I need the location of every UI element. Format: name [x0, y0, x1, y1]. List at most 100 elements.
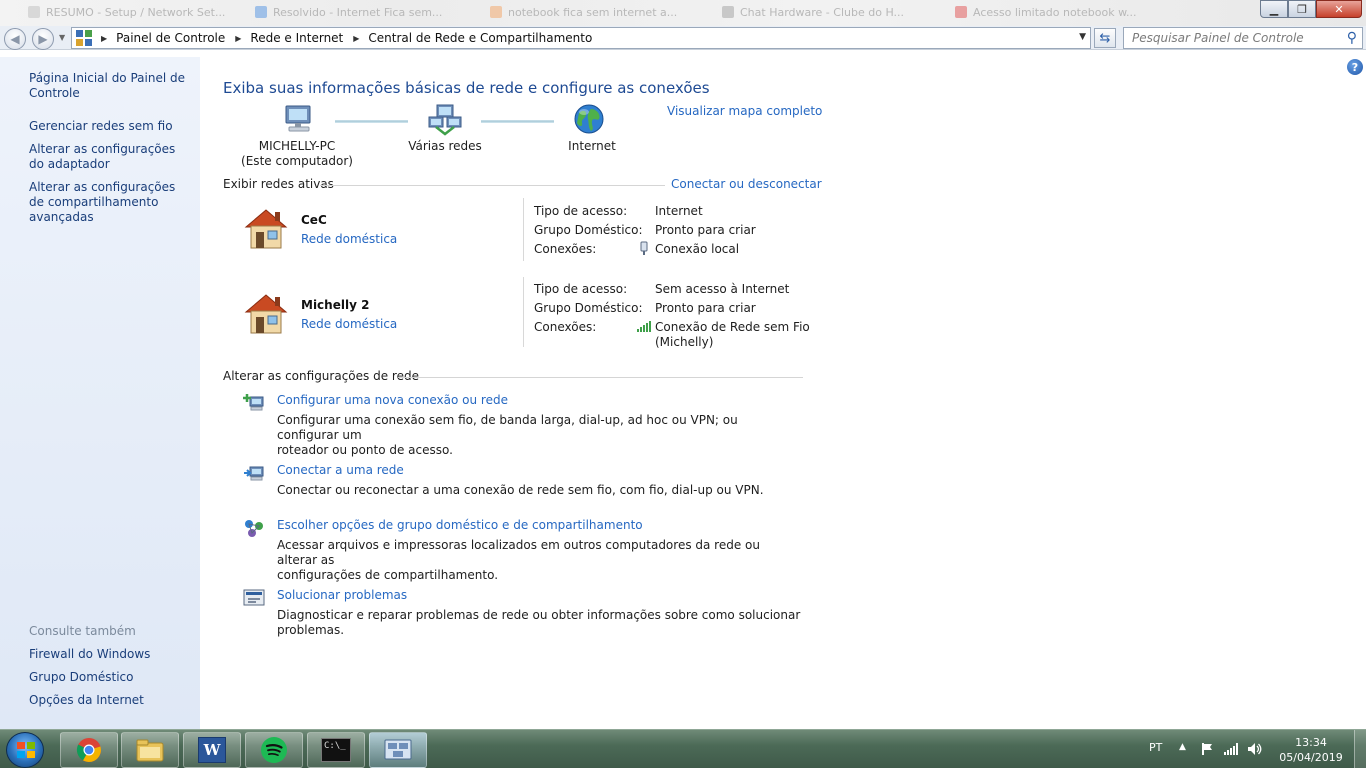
- sidebar-link-manage-wireless[interactable]: Gerenciar redes sem fio: [29, 119, 194, 134]
- network-type-link[interactable]: Rede doméstica: [301, 317, 397, 331]
- search-box[interactable]: ⚲: [1123, 27, 1363, 49]
- show-hidden-icons-icon[interactable]: ▲: [1179, 742, 1186, 752]
- search-input[interactable]: [1132, 31, 1332, 45]
- task-homegroup-sharing-link[interactable]: Escolher opções de grupo doméstico e de …: [277, 518, 643, 532]
- task-troubleshoot-link[interactable]: Solucionar problemas: [277, 588, 407, 602]
- homegroup-sharing-icon: [245, 520, 263, 537]
- connections-label: Conexões:: [534, 320, 597, 334]
- task-description: Conectar ou reconectar a uma conexão de …: [277, 483, 764, 497]
- connection-line: [335, 120, 408, 123]
- new-connection-icon: [243, 394, 264, 411]
- breadcrumb-network-internet[interactable]: Rede e Internet: [250, 31, 343, 45]
- taskbar-spotify[interactable]: [245, 732, 303, 768]
- troubleshoot-icon: [243, 589, 265, 606]
- main-content: ? Exiba suas informações básicas de rede…: [200, 57, 1366, 729]
- divider: [523, 198, 524, 261]
- chevron-right-icon[interactable]: ▶: [235, 34, 241, 43]
- page-title: Exiba suas informações básicas de rede e…: [223, 79, 710, 97]
- computer-icon: [285, 105, 311, 132]
- clock-time: 13:34: [1295, 736, 1327, 749]
- task-new-connection-link[interactable]: Configurar uma nova conexão ou rede: [277, 393, 508, 407]
- sidebar-link-adapter-settings[interactable]: Alterar as configurações do adaptador: [29, 142, 194, 172]
- refresh-button[interactable]: ⇆: [1094, 28, 1116, 48]
- taskbar-chrome[interactable]: [60, 732, 118, 768]
- homegroup-link[interactable]: Pronto para criar: [655, 301, 756, 316]
- wifi-tray-icon[interactable]: [1223, 742, 1239, 756]
- divider: [398, 377, 803, 378]
- cmd-icon: C:\_: [321, 738, 351, 762]
- chevron-right-icon[interactable]: ▶: [353, 34, 359, 43]
- map-node-multiple-networks[interactable]: Várias redes: [395, 139, 495, 154]
- connect-network-icon: [244, 466, 264, 481]
- homegroup-link[interactable]: Pronto para criar: [655, 223, 756, 238]
- home-network-icon: [244, 209, 288, 249]
- network-name: Michelly 2: [301, 298, 370, 312]
- recent-pages-dropdown[interactable]: ▼: [59, 33, 65, 42]
- minimize-button[interactable]: ▁: [1260, 0, 1288, 18]
- language-indicator[interactable]: PT: [1149, 741, 1162, 754]
- maximize-button[interactable]: ❐: [1288, 0, 1316, 18]
- word-icon: W: [198, 737, 226, 763]
- connections-label: Conexões:: [534, 242, 597, 256]
- taskbar-network-center[interactable]: [369, 732, 427, 768]
- windows-logo-icon: [17, 742, 35, 758]
- show-desktop-button[interactable]: [1354, 730, 1366, 768]
- window-controls: ▁ ❐ ✕: [1260, 0, 1362, 18]
- homegroup-label: Grupo Doméstico:: [534, 223, 643, 237]
- sidebar-link-advanced-sharing[interactable]: Alterar as configurações de compartilham…: [29, 180, 194, 225]
- sidebar-link-home[interactable]: Página Inicial do Painel de Controle: [29, 71, 194, 101]
- search-icon[interactable]: ⚲: [1347, 30, 1357, 46]
- forward-arrow-icon: ▶: [38, 32, 48, 46]
- explorer-icon: [136, 739, 164, 762]
- address-bar[interactable]: ▶ Painel de Controle ▶ Rede e Internet ▶…: [71, 27, 1091, 49]
- address-dropdown-icon[interactable]: ▼: [1079, 32, 1086, 42]
- active-networks-label: Exibir redes ativas: [223, 177, 334, 191]
- globe-icon: [574, 104, 604, 134]
- taskbar-explorer[interactable]: [121, 732, 179, 768]
- view-full-map-link[interactable]: Visualizar mapa completo: [667, 104, 822, 118]
- taskbar-cmd[interactable]: C:\_: [307, 732, 365, 768]
- clock[interactable]: 13:34 05/04/2019: [1276, 735, 1346, 765]
- task-description: Diagnosticar e reparar problemas de rede…: [277, 608, 801, 637]
- bg-tab-5: Acesso limitado notebook w...: [955, 6, 1155, 24]
- start-button[interactable]: [6, 732, 44, 768]
- divider: [523, 277, 524, 347]
- connect-disconnect-link[interactable]: Conectar ou desconectar: [671, 177, 822, 191]
- taskbar-word[interactable]: W: [183, 732, 241, 768]
- bg-tab-4: Chat Hardware - Clube do H...: [722, 6, 937, 24]
- breadcrumb-network-sharing-center[interactable]: Central de Rede e Compartilhamento: [368, 31, 592, 45]
- action-center-flag-icon[interactable]: [1200, 742, 1214, 756]
- network-name: CeC: [301, 213, 327, 227]
- access-type-value: Sem acesso à Internet: [655, 282, 790, 296]
- breadcrumb-control-panel[interactable]: Painel de Controle: [116, 31, 225, 45]
- wifi-signal-icon: [637, 321, 651, 332]
- network-center-icon: [384, 739, 412, 760]
- connection-link[interactable]: Conexão local: [655, 242, 739, 257]
- chevron-right-icon[interactable]: ▶: [101, 34, 107, 43]
- back-button[interactable]: ◀: [4, 28, 26, 50]
- home-network-icon: [244, 294, 288, 334]
- task-connect-network-link[interactable]: Conectar a uma rede: [277, 463, 404, 477]
- bg-tab-1: RESUMO - Setup / Network Set...: [28, 6, 228, 24]
- network-type-link[interactable]: Rede doméstica: [301, 232, 397, 246]
- bg-tab-3: notebook fica sem internet a...: [490, 6, 700, 24]
- forward-button[interactable]: ▶: [32, 28, 54, 50]
- refresh-icon: ⇆: [1099, 30, 1111, 46]
- access-type-label: Tipo de acesso:: [534, 204, 628, 218]
- help-icon[interactable]: ?: [1347, 59, 1363, 75]
- back-arrow-icon: ◀: [10, 32, 20, 46]
- multiple-networks-icon: [428, 104, 462, 136]
- spotify-icon: [261, 737, 287, 763]
- change-settings-label: Alterar as configurações de rede: [223, 369, 419, 383]
- map-node-internet[interactable]: Internet: [552, 139, 632, 154]
- map-node-computer[interactable]: MICHELLY-PC (Este computador): [236, 139, 358, 169]
- sidebar-link-internet-options[interactable]: Opções da Internet: [29, 693, 194, 708]
- clock-date: 05/04/2019: [1279, 751, 1343, 764]
- task-description: Acessar arquivos e impressoras localizad…: [277, 538, 760, 582]
- background-browser-tabs: RESUMO - Setup / Network Set... Resolvid…: [0, 0, 1366, 26]
- sidebar-link-homegroup[interactable]: Grupo Doméstico: [29, 670, 194, 685]
- close-button[interactable]: ✕: [1316, 0, 1362, 18]
- sidebar-link-firewall[interactable]: Firewall do Windows: [29, 647, 194, 662]
- connection-link[interactable]: Conexão de Rede sem Fio (Michelly): [655, 320, 810, 350]
- volume-icon[interactable]: [1247, 742, 1263, 756]
